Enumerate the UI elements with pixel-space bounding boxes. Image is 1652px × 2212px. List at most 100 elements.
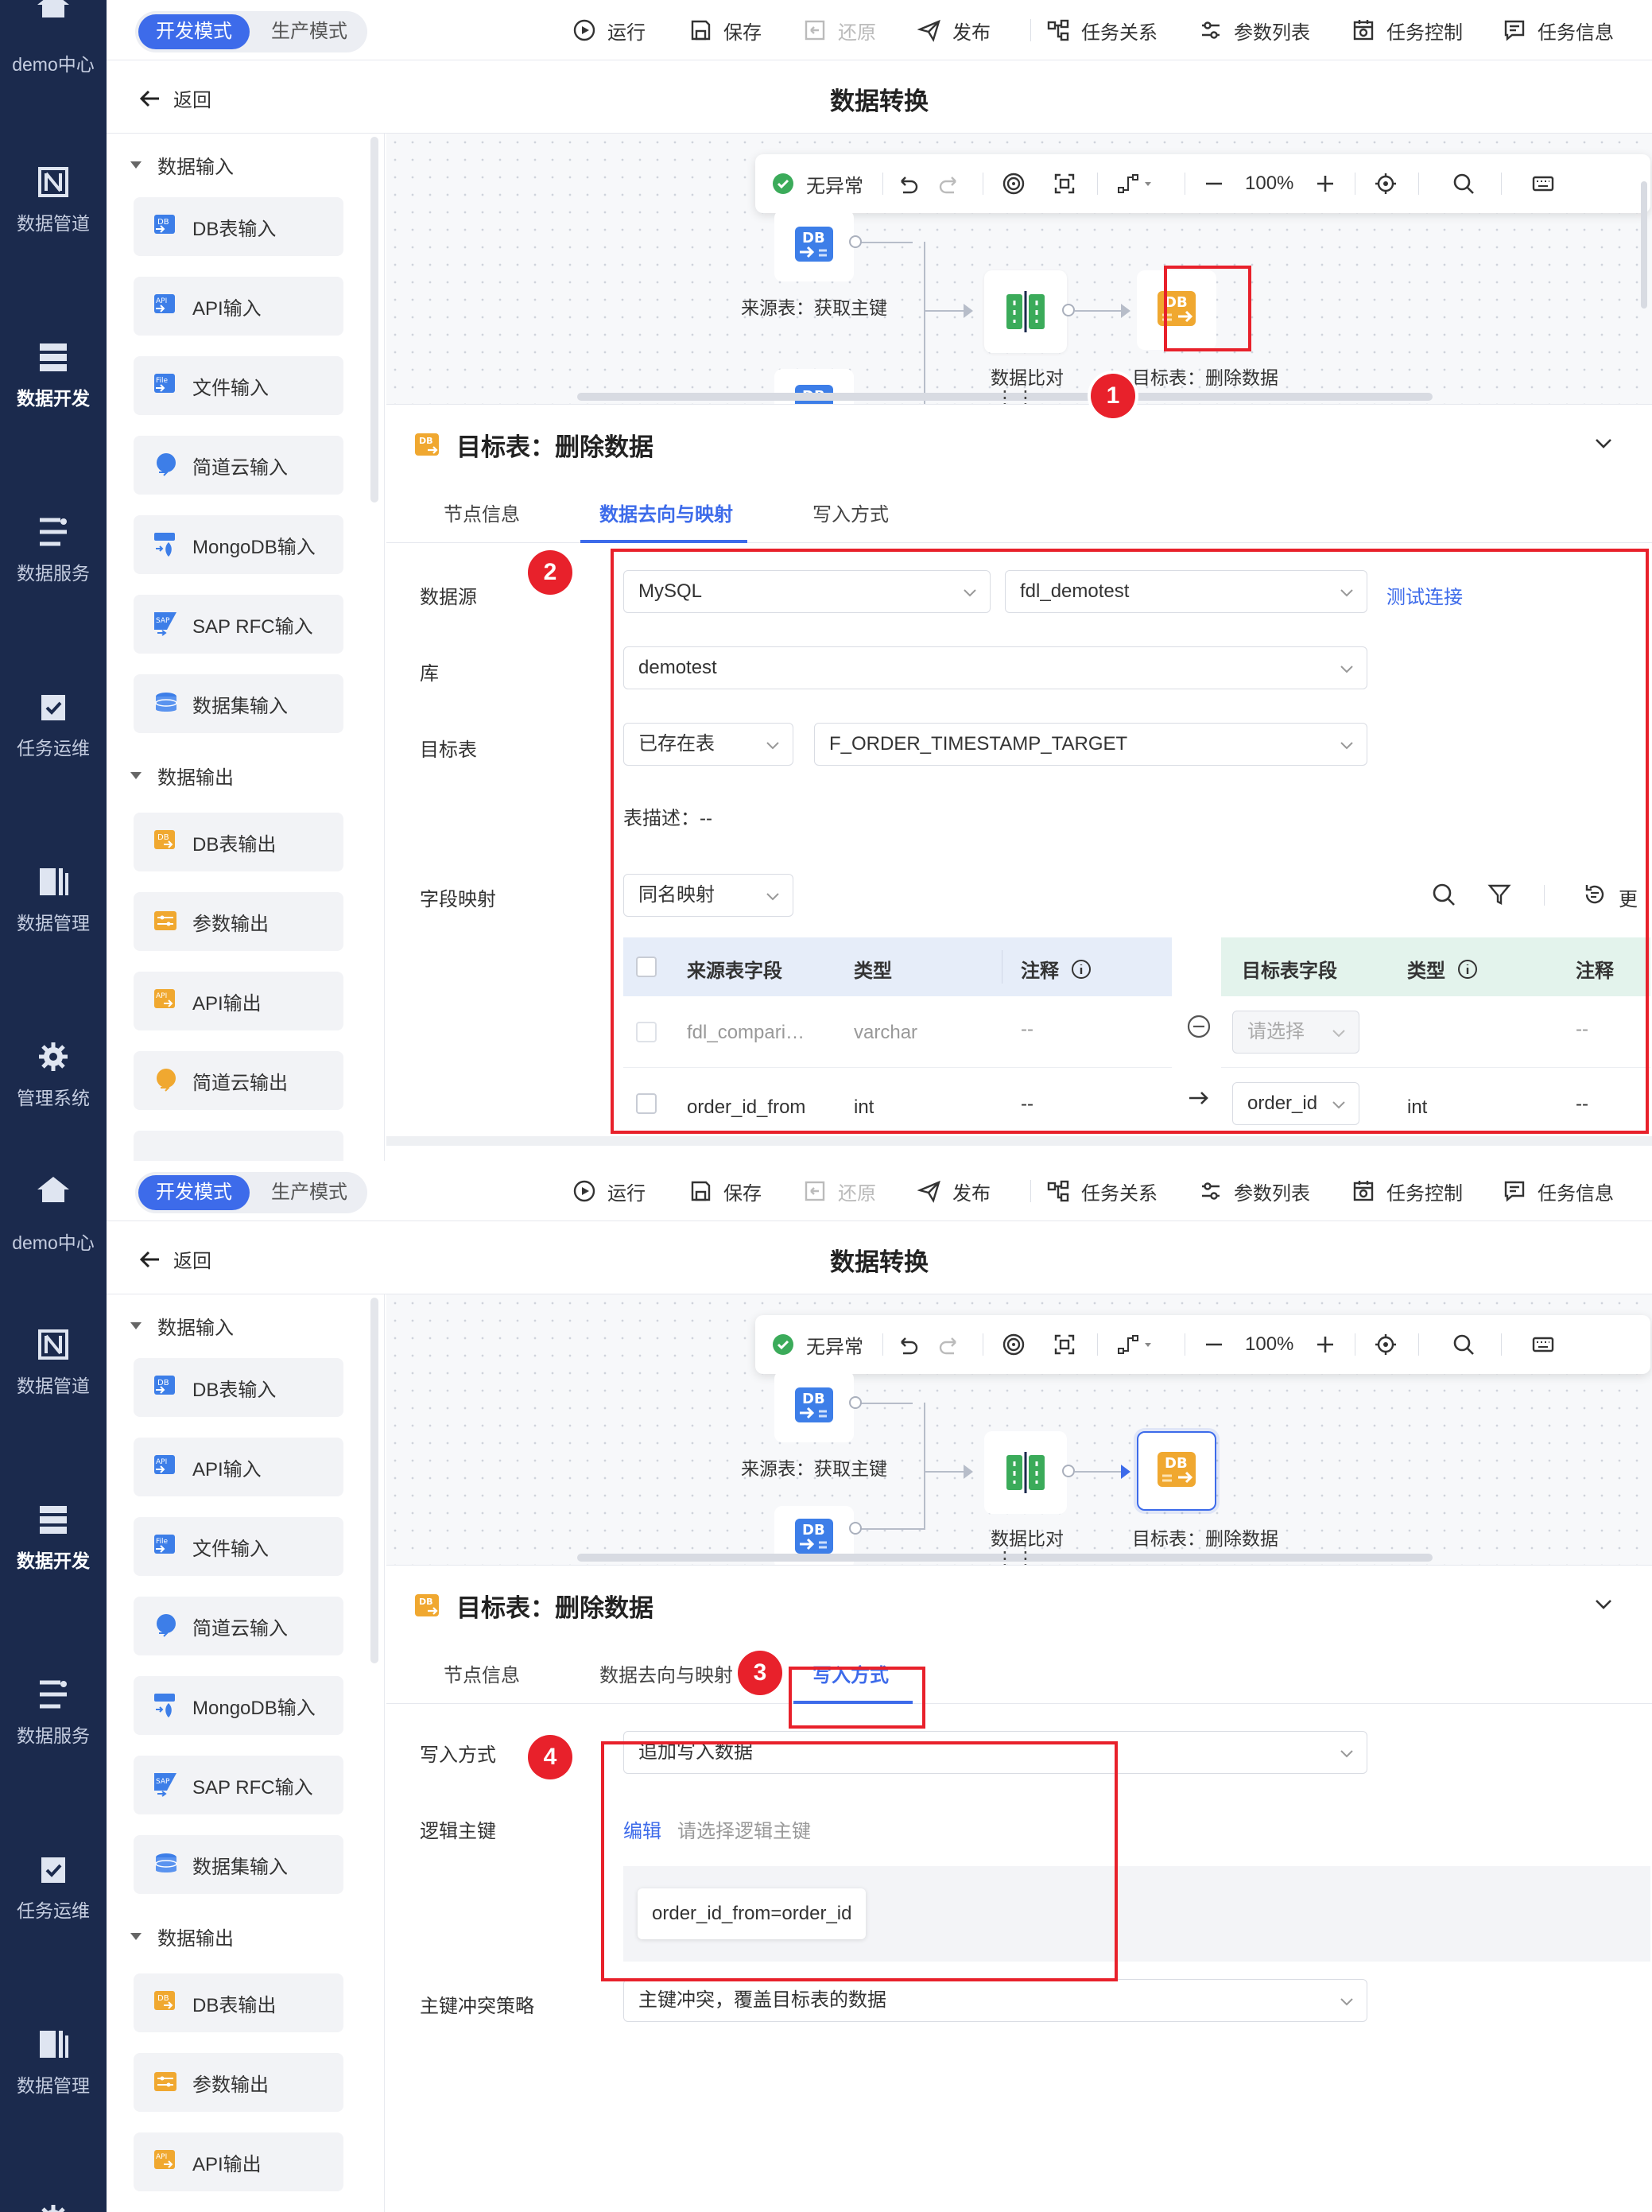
component-file-input[interactable]: File 文件输入 <box>134 1517 343 1576</box>
node-source-top[interactable]: DB <box>774 210 854 281</box>
filter-icon[interactable] <box>1487 882 1512 907</box>
sidebar-item-system[interactable]: 管理系统 <box>0 1042 107 1110</box>
group-input-header[interactable]: 数据输入 <box>130 151 234 179</box>
row-checkbox[interactable] <box>636 1022 657 1042</box>
component-dataset-input[interactable]: 数据集输入 <box>134 674 343 733</box>
table-mode-select[interactable]: 已存在表 <box>623 723 793 766</box>
component-jdy-output[interactable]: 简道云输出 <box>134 1051 343 1110</box>
save-button[interactable]: 保存 <box>688 14 762 46</box>
task-relation-button[interactable]: 任务关系 <box>1046 14 1158 46</box>
pk-chip[interactable]: order_id_from=order_id <box>638 1888 867 1939</box>
component-file-input[interactable]: File 文件输入 <box>134 356 343 415</box>
keyboard-icon[interactable] <box>1531 172 1555 196</box>
chevron-down-icon[interactable] <box>1593 1594 1614 1615</box>
task-relation-button[interactable]: 任务关系 <box>1046 1175 1158 1207</box>
edit-pk-link[interactable]: 编辑 <box>623 1815 661 1843</box>
restore-button[interactable]: 还原 <box>803 14 876 46</box>
drag-handle[interactable]: ⋮⋮ <box>995 386 1037 404</box>
mapping-mode-select[interactable]: 同名映射 <box>623 874 793 917</box>
dev-mode-button[interactable]: 开发模式 <box>138 14 250 49</box>
tab-mapping[interactable]: 数据去向与映射 <box>599 499 733 526</box>
target-field-select[interactable]: 请选择 <box>1232 1011 1359 1054</box>
connector-style-icon[interactable] <box>1116 172 1156 196</box>
component-db-input[interactable]: DB DB表输入 <box>134 197 343 256</box>
tab-node-info[interactable]: 节点信息 <box>444 1659 520 1687</box>
info-icon[interactable] <box>1070 958 1092 980</box>
datasource-conn-select[interactable]: fdl_demotest <box>1005 570 1367 613</box>
task-info-button[interactable]: 任务信息 <box>1503 14 1614 46</box>
canvas-vscrollbar[interactable] <box>1641 181 1647 309</box>
component-db-output[interactable]: DB DB表输出 <box>134 1973 343 2032</box>
sidebar-item-service[interactable]: 数据服务 <box>0 1679 107 1748</box>
sidebar-item-pipeline[interactable]: 数据管道 <box>0 1329 107 1398</box>
sidebar-item-manage[interactable]: 数据管理 <box>0 2029 107 2098</box>
component-mongodb-input[interactable]: MongoDB输入 <box>134 1676 343 1735</box>
tab-mapping[interactable]: 数据去向与映射 <box>599 1659 733 1687</box>
task-control-button[interactable]: 任务控制 <box>1351 1175 1463 1207</box>
component-mongodb-input[interactable]: MongoDB输入 <box>134 515 343 574</box>
db-select[interactable]: demotest <box>623 646 1367 689</box>
component-jdy-input[interactable]: 简道云输入 <box>134 436 343 495</box>
datasource-type-select[interactable]: MySQL <box>623 570 991 613</box>
prod-mode-button[interactable]: 生产模式 <box>254 1175 364 1210</box>
dev-mode-button[interactable]: 开发模式 <box>138 1175 250 1210</box>
tab-node-info[interactable]: 节点信息 <box>444 499 520 526</box>
tab-write-mode[interactable]: 写入方式 <box>812 499 889 526</box>
param-list-button[interactable]: 参数列表 <box>1199 1175 1310 1207</box>
drag-handle[interactable]: ⋮⋮ <box>995 1547 1037 1565</box>
conflict-policy-select[interactable]: 主键冲突，覆盖目标表的数据 <box>623 1979 1367 2022</box>
component-api-output[interactable]: API API输出 <box>134 972 343 1030</box>
node-source-top[interactable]: DB <box>774 1371 854 1442</box>
target-table-select[interactable]: F_ORDER_TIMESTAMP_TARGET <box>814 723 1367 766</box>
refresh-icon[interactable] <box>1582 882 1607 907</box>
group-output-header[interactable]: 数据输出 <box>130 762 234 790</box>
sidebar-item-manage[interactable]: 数据管理 <box>0 867 107 935</box>
fingerprint-icon[interactable] <box>1002 172 1026 196</box>
row-checkbox[interactable] <box>636 1093 657 1114</box>
component-param-output[interactable]: 参数输出 <box>134 892 343 951</box>
node-port[interactable] <box>849 235 862 248</box>
node-port[interactable] <box>849 1396 862 1409</box>
component-api-input[interactable]: API API输入 <box>134 277 343 336</box>
sidebar-home[interactable]: demo中心 <box>0 0 107 94</box>
component-param-output[interactable]: 参数输出 <box>134 2053 343 2112</box>
zoom-in-icon[interactable] <box>1313 1333 1337 1356</box>
tab-write-mode[interactable]: 写入方式 <box>812 1659 889 1687</box>
node-port[interactable] <box>1062 1465 1075 1477</box>
sidebar-item-system[interactable] <box>0 2204 107 2212</box>
group-input-header[interactable]: 数据输入 <box>130 1312 234 1340</box>
test-connection-link[interactable]: 测试连接 <box>1386 581 1463 609</box>
sidebar-item-dev[interactable]: 数据开发 <box>0 1504 107 1573</box>
component-api-input[interactable]: API API输入 <box>134 1438 343 1496</box>
sidebar-item-ops[interactable]: 任务运维 <box>0 1854 107 1923</box>
write-mode-select[interactable]: 追加写入数据 <box>623 1731 1367 1774</box>
group-output-header[interactable]: 数据输出 <box>130 1923 234 1950</box>
detail-hscrollbar[interactable] <box>386 1136 1652 1146</box>
target-field-select[interactable]: order_id <box>1232 1082 1359 1125</box>
minus-circle-icon[interactable] <box>1186 1014 1212 1039</box>
prod-mode-button[interactable]: 生产模式 <box>254 14 364 49</box>
component-jdy-input[interactable]: 简道云输入 <box>134 1597 343 1655</box>
zoom-out-icon[interactable] <box>1202 1333 1226 1356</box>
redo-icon[interactable] <box>938 172 962 196</box>
mode-switch[interactable]: 开发模式 生产模式 <box>135 11 367 52</box>
run-button[interactable]: 运行 <box>572 1175 646 1207</box>
node-target[interactable]: DB <box>1137 270 1216 350</box>
flow-canvas[interactable]: 无异常 100% DB 来源表：获取主键 DB 数据比对 DB 目标表：删除数据… <box>386 1294 1652 1565</box>
save-button[interactable]: 保存 <box>688 1175 762 1207</box>
connector-style-icon[interactable] <box>1116 1333 1156 1356</box>
panel-scrollbar[interactable] <box>370 137 378 503</box>
node-port[interactable] <box>849 1522 862 1535</box>
run-button[interactable]: 运行 <box>572 14 646 46</box>
node-compare[interactable] <box>984 1431 1067 1514</box>
component-db-output[interactable]: DB DB表输出 <box>134 813 343 871</box>
component-more-output[interactable] <box>134 1131 343 1161</box>
node-compare[interactable] <box>984 270 1067 353</box>
sidebar-item-dev[interactable]: 数据开发 <box>0 342 107 410</box>
fit-screen-icon[interactable] <box>1053 172 1076 196</box>
info-icon[interactable] <box>1456 958 1479 980</box>
locate-icon[interactable] <box>1374 172 1398 196</box>
component-sap-input[interactable]: SAP SAP RFC输入 <box>134 595 343 654</box>
zoom-out-icon[interactable] <box>1202 172 1226 196</box>
task-control-button[interactable]: 任务控制 <box>1351 14 1463 46</box>
